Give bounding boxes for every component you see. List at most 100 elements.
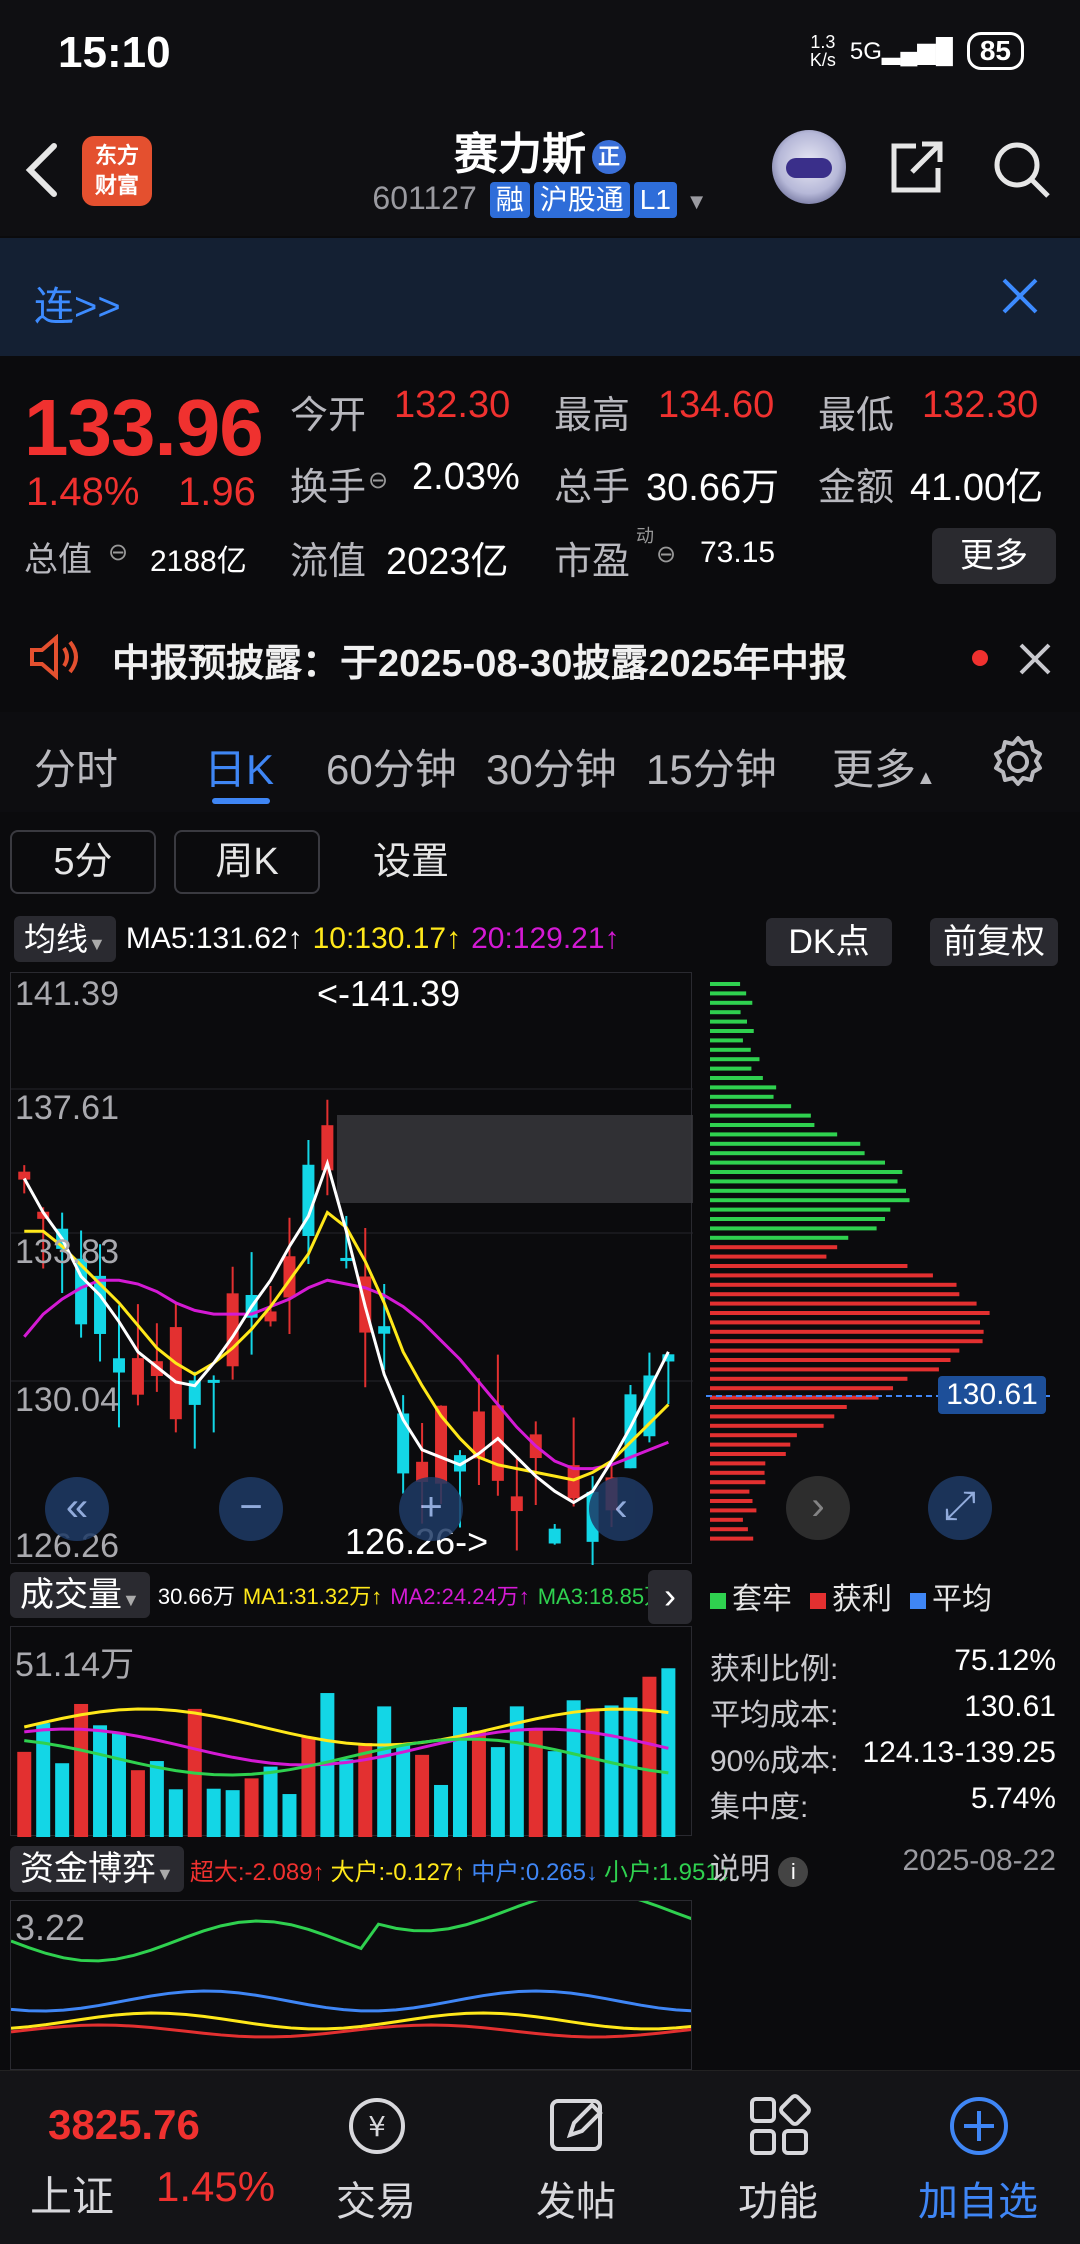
dk-point-button[interactable]: DK点 <box>766 918 892 966</box>
chip-bar <box>710 1423 824 1428</box>
chip-bar <box>710 1517 743 1522</box>
scroll-left-icon[interactable]: « <box>45 1477 109 1541</box>
search-icon[interactable] <box>990 138 1052 200</box>
gear-icon[interactable] <box>990 734 1046 790</box>
info-icon[interactable]: ⊖ <box>108 538 128 567</box>
nav-add-watchlist[interactable]: 加自选 <box>898 2169 1058 2227</box>
tab-more[interactable]: 更多▲ <box>832 736 936 797</box>
stat-90-cost: 90%成本: 124.13-139.25 <box>710 1736 1056 1782</box>
tab-60min[interactable]: 60分钟 <box>326 736 457 797</box>
caret-down-icon: ▼ <box>156 1864 174 1884</box>
chip-bar <box>710 1132 838 1137</box>
chip-bar <box>710 1470 765 1475</box>
volume-bar <box>36 1723 51 1837</box>
chip-weekly-k[interactable]: 周K <box>174 830 320 894</box>
zoom-in-icon[interactable]: + <box>399 1477 463 1541</box>
chip-bar <box>710 1113 811 1118</box>
chip-distribution[interactable]: 130.61 › ⤢ <box>706 972 1050 1564</box>
legend-average: 平均 <box>910 1574 992 1618</box>
tab-daily-k[interactable]: 日K <box>204 736 274 797</box>
notice-bar[interactable]: 中报预披露：于2025-08-30披露2025年中报 <box>0 612 1080 700</box>
step-right-icon[interactable]: › <box>786 1476 850 1540</box>
promo-banner[interactable]: 连>> <box>0 238 1080 356</box>
chip-bar <box>710 1311 990 1315</box>
candle-body <box>567 1465 580 1499</box>
last-price: 133.96 <box>24 383 264 472</box>
chip-5min[interactable]: 5分 <box>10 830 156 894</box>
chip-note-row[interactable]: 说明 i 2025-08-22 <box>710 1844 1056 1890</box>
close-icon[interactable] <box>1000 276 1040 316</box>
chip-bar <box>710 991 747 996</box>
tag-margin: 融 <box>489 182 530 218</box>
nav-features[interactable]: 功能 <box>698 2169 858 2227</box>
tab-15min[interactable]: 15分钟 <box>646 736 777 797</box>
tab-intraday[interactable]: 分时 <box>34 736 118 797</box>
volume-selector[interactable]: 成交量▼ <box>10 1572 150 1618</box>
chip-note[interactable]: 说明 i <box>710 1844 809 1890</box>
volume-bar <box>74 1703 89 1837</box>
banner-text[interactable]: 连>> <box>34 274 121 332</box>
legend-trapped-label: 套牢 <box>732 1583 792 1616</box>
features-icon[interactable] <box>744 2091 814 2161</box>
caret-down-icon: ▼ <box>88 934 106 954</box>
info-icon[interactable]: ⊖ <box>368 466 388 495</box>
chip-bar <box>710 1179 898 1184</box>
chip-bar <box>710 1452 786 1456</box>
nav-post[interactable]: 发帖 <box>496 2169 656 2227</box>
add-watchlist-icon[interactable] <box>944 2091 1014 2161</box>
y-axis-label: 137.61 <box>15 1089 119 1127</box>
nav-trade[interactable]: 交易 <box>296 2169 456 2227</box>
index-value[interactable]: 3825.76 <box>48 2101 200 2149</box>
stat-label: 90%成本: <box>710 1745 839 1778</box>
kline-chart[interactable]: 141.39 137.61 133.83 130.04 126.26 <-141… <box>10 972 693 1570</box>
expand-panel-icon[interactable]: › <box>648 1570 692 1624</box>
ma-selector[interactable]: 均线▼ <box>14 916 116 962</box>
more-button[interactable]: 更多 <box>932 528 1056 584</box>
robot-avatar-icon[interactable] <box>772 130 846 204</box>
amount-value: 41.00亿 <box>910 467 1044 509</box>
chip-bar <box>710 1188 906 1193</box>
chip-bar <box>710 1160 886 1165</box>
candle-body <box>510 1496 523 1512</box>
close-icon[interactable] <box>1018 642 1052 676</box>
turnover-value: 2.03% <box>412 456 520 498</box>
volume-chart[interactable]: 51.14万 <box>10 1626 692 1837</box>
stat-label: 获利比例: <box>710 1653 839 1686</box>
adjust-mode-button[interactable]: 前复权 <box>930 918 1058 966</box>
ma5-line <box>22 1158 670 1505</box>
index-change[interactable]: 1.45% <box>156 2163 275 2211</box>
chip-bar <box>710 1085 777 1090</box>
chip-bar <box>710 1254 827 1259</box>
chip-settings[interactable]: 设置 <box>338 830 484 894</box>
info-icon[interactable]: ⊖ <box>656 540 676 569</box>
float-value: 2023亿 <box>386 541 509 583</box>
trade-icon[interactable]: ¥ <box>342 2091 412 2161</box>
status-time: 15:10 <box>58 28 171 77</box>
dropdown-icon[interactable]: ▼ <box>686 189 708 214</box>
stat-value: 5.74% <box>970 1782 1056 1815</box>
chip-bar <box>710 1358 951 1362</box>
chip-bar <box>710 1536 754 1541</box>
speaker-icon <box>30 634 78 680</box>
fund-super: 超大:-2.089↑ <box>189 1858 325 1886</box>
index-name[interactable]: 上证 <box>30 2163 114 2224</box>
stock-header: 东方 财富 赛力斯正 601127 融沪股通 L1 ▼ <box>0 110 1080 236</box>
high-label: 最高 <box>554 395 631 437</box>
notice-text[interactable]: 中报预披露：于2025-08-30披露2025年中报 <box>112 632 847 687</box>
volume-bar <box>585 1708 600 1837</box>
tab-30min[interactable]: 30分钟 <box>486 736 617 797</box>
step-left-icon[interactable]: ‹ <box>589 1477 653 1541</box>
fund-flow-chart[interactable]: 3.22 <box>10 1900 692 2070</box>
legend-profit-label: 获利 <box>832 1583 892 1616</box>
volume-bar <box>490 1747 505 1837</box>
share-icon[interactable] <box>886 138 946 198</box>
chip-bar <box>710 1508 757 1513</box>
high-value: 134.60 <box>658 384 775 426</box>
candle-body <box>397 1413 410 1474</box>
fund-flow-selector[interactable]: 资金博弈▼ <box>10 1846 184 1892</box>
volume-ma1: MA1:31.32万↑ <box>242 1584 383 1609</box>
post-icon[interactable] <box>542 2091 612 2161</box>
zoom-out-icon[interactable]: − <box>219 1477 283 1541</box>
info-icon[interactable]: i <box>778 1857 809 1887</box>
expand-icon[interactable]: ⤢ <box>928 1476 992 1540</box>
